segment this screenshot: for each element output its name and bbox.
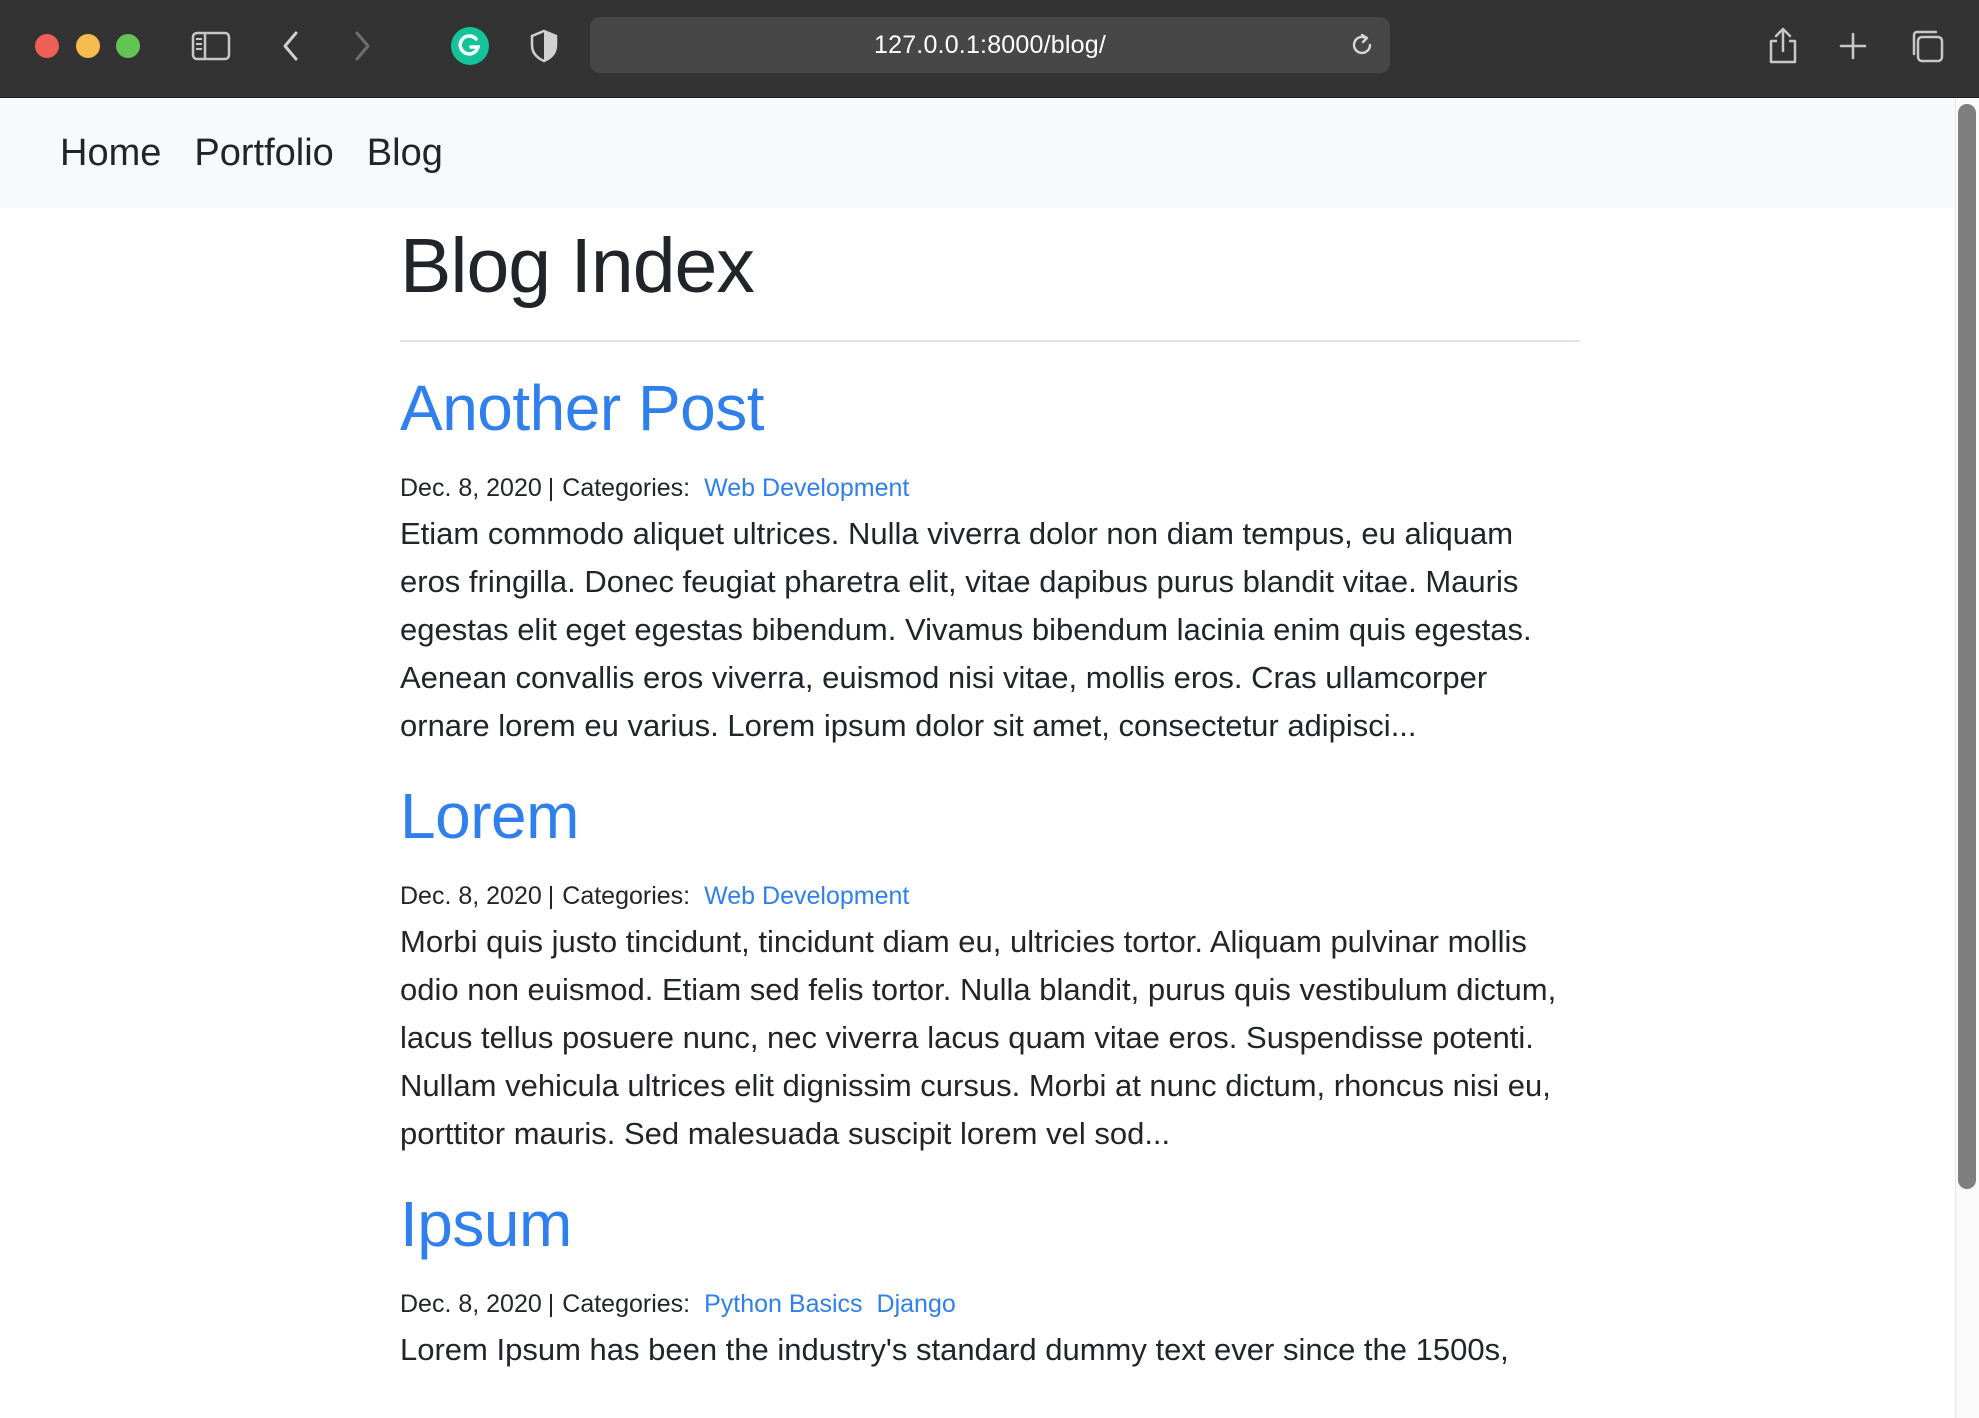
- meta-separator: |: [547, 1289, 555, 1318]
- plus-icon[interactable]: [1831, 24, 1875, 68]
- post-meta: Dec. 8, 2020 | Categories: Web Development: [400, 879, 1580, 914]
- post-excerpt: Lorem Ipsum has been the industry's stan…: [400, 1331, 1509, 1367]
- grammarly-icon[interactable]: [448, 24, 492, 68]
- minimize-window-button[interactable]: [76, 34, 100, 58]
- close-window-button[interactable]: [35, 34, 59, 58]
- post-title-link[interactable]: Lorem: [400, 778, 1580, 855]
- scrollbar[interactable]: [1955, 98, 1979, 1418]
- category-link[interactable]: Web Development: [704, 882, 909, 910]
- chevron-right-icon[interactable]: [340, 24, 384, 68]
- title-divider: [400, 340, 1580, 343]
- post-meta: Dec. 8, 2020 | Categories: Python Basics Dja…: [400, 1287, 1580, 1322]
- chevron-left-icon[interactable]: [269, 24, 313, 68]
- page-title: Blog Index: [400, 223, 755, 309]
- nav-link-home[interactable]: Home: [60, 132, 161, 175]
- post-title-link[interactable]: Another Post: [400, 370, 1580, 447]
- meta-separator: |: [547, 881, 555, 910]
- categories-label: Categories:: [562, 474, 691, 503]
- zoom-window-button[interactable]: [116, 34, 140, 58]
- meta-separator: |: [547, 474, 555, 503]
- nav-link-blog[interactable]: Blog: [367, 132, 443, 175]
- sidebar-icon[interactable]: [189, 24, 233, 68]
- post-meta: Dec. 8, 2020 | Categories: Web Development: [400, 471, 1580, 506]
- post-excerpt: Etiam commodo aliquet ultrices. Nulla vi…: [400, 516, 1532, 744]
- categories-label: Categories:: [562, 881, 691, 910]
- shield-icon[interactable]: [522, 24, 566, 68]
- page-viewport: Home Portfolio Blog Blog Index Another P…: [0, 98, 1979, 1418]
- post-excerpt: Morbi quis justo tincidunt, tincidunt di…: [400, 923, 1557, 1151]
- blog-post: Ipsum Dec. 8, 2020 | Categories: Python Bas…: [400, 1186, 1580, 1374]
- category-link[interactable]: Python Basics: [704, 1290, 862, 1318]
- blog-post: Another Post Dec. 8, 2020 | Categories: Web…: [400, 370, 1580, 750]
- site-navbar: Home Portfolio Blog: [0, 98, 1955, 208]
- scrollbar-thumb[interactable]: [1958, 104, 1976, 1189]
- post-date: Dec. 8, 2020: [400, 881, 542, 910]
- post-date: Dec. 8, 2020: [400, 474, 542, 503]
- reload-icon[interactable]: [1346, 29, 1378, 61]
- categories-label: Categories:: [562, 1289, 691, 1318]
- post-title-link[interactable]: Ipsum: [400, 1186, 1580, 1263]
- nav-link-portfolio[interactable]: Portfolio: [194, 132, 333, 175]
- blog-post: Lorem Dec. 8, 2020 | Categories: Web Develo…: [400, 778, 1580, 1158]
- category-link[interactable]: Web Development: [704, 474, 909, 502]
- category-link[interactable]: Django: [877, 1290, 956, 1318]
- url-text[interactable]: 127.0.0.1:8000/blog/: [874, 31, 1106, 60]
- address-bar[interactable]: 127.0.0.1:8000/blog/: [590, 17, 1390, 73]
- main-content: Blog Index Another Post Dec. 8, 2020 | Cat…: [400, 208, 1580, 1374]
- browser-toolbar: 127.0.0.1:8000/blog/: [0, 0, 1979, 98]
- tabs-icon[interactable]: [1905, 24, 1949, 68]
- share-icon[interactable]: [1761, 24, 1805, 68]
- post-date: Dec. 8, 2020: [400, 1289, 542, 1318]
